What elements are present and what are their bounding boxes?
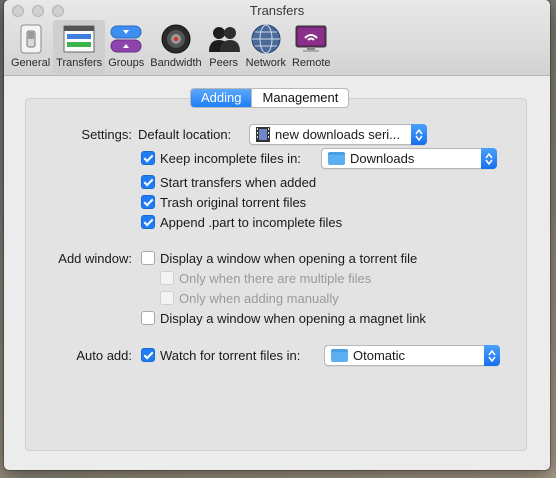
film-icon: [256, 127, 270, 142]
only-manual-checkbox: [160, 291, 174, 305]
display-magnet-row[interactable]: Display a window when opening a magnet l…: [141, 308, 426, 328]
display-magnet-checkbox[interactable]: [141, 311, 155, 325]
start-transfers-row[interactable]: Start transfers when added: [141, 172, 316, 192]
append-part-checkbox[interactable]: [141, 215, 155, 229]
default-location-row: Default location:: [138, 124, 231, 144]
add-window-section-label: Add window:: [58, 251, 132, 266]
toolbar-transfers-label: Transfers: [56, 57, 103, 69]
append-part-label: Append .part to incomplete files: [160, 214, 343, 230]
tab-adding[interactable]: Adding: [191, 89, 252, 107]
toolbar-general[interactable]: General: [8, 20, 53, 74]
toolbar-peers[interactable]: Peers: [205, 20, 243, 74]
monitor-icon: [295, 23, 327, 55]
transfers-icon: [63, 23, 95, 55]
append-part-row[interactable]: Append .part to incomplete files: [141, 212, 342, 232]
watch-folder-popup[interactable]: Otomatic: [324, 345, 500, 366]
folder-icon: [328, 152, 345, 165]
folder-icon: [331, 349, 348, 362]
toolbar-groups-label: Groups: [108, 57, 145, 69]
start-transfers-label: Start transfers when added: [160, 174, 317, 190]
watch-folder-checkbox[interactable]: [141, 348, 155, 362]
keep-incomplete-checkbox[interactable]: [141, 151, 155, 165]
toolbar-peers-label: Peers: [209, 57, 239, 69]
speaker-icon: [160, 23, 192, 55]
default-location-label: Default location:: [138, 126, 232, 142]
keep-incomplete-row[interactable]: Keep incomplete files in:: [141, 148, 301, 168]
only-manual-label: Only when adding manually: [179, 290, 339, 306]
toolbar-transfers[interactable]: Transfers: [53, 20, 106, 74]
chevron-updown-icon: [481, 148, 497, 169]
keep-incomplete-label: Keep incomplete files in:: [160, 150, 301, 166]
display-magnet-label: Display a window when opening a magnet l…: [160, 310, 426, 326]
only-multiple-label: Only when there are multiple files: [179, 270, 372, 286]
preferences-window: Transfers General Transfers Groups Bandw…: [4, 0, 550, 470]
only-multiple-row: Only when there are multiple files: [160, 268, 371, 288]
default-location-value: new downloads seri...: [275, 127, 401, 142]
only-multiple-checkbox: [160, 271, 174, 285]
preferences-toolbar: General Transfers Groups Bandwidth Peers…: [8, 20, 334, 74]
window-title: Transfers: [249, 3, 305, 18]
display-torrent-checkbox[interactable]: [141, 251, 155, 265]
toolbar-general-label: General: [11, 57, 51, 69]
toolbar-network[interactable]: Network: [243, 20, 289, 74]
toolbar-groups[interactable]: Groups: [105, 20, 147, 74]
trash-original-checkbox[interactable]: [141, 195, 155, 209]
switch-icon: [15, 23, 47, 55]
trash-original-label: Trash original torrent files: [160, 194, 307, 210]
toolbar-bandwidth-label: Bandwidth: [150, 57, 202, 69]
watch-folder-label: Watch for torrent files in:: [160, 347, 301, 363]
watch-folder-value: Otomatic: [353, 348, 406, 363]
peers-icon: [208, 23, 240, 55]
display-torrent-row[interactable]: Display a window when opening a torrent …: [141, 248, 417, 268]
only-manual-row: Only when adding manually: [160, 288, 339, 308]
chevron-updown-icon: [484, 345, 500, 366]
toolbar-bandwidth[interactable]: Bandwidth: [147, 20, 204, 74]
toolbar-network-label: Network: [245, 57, 286, 69]
trash-original-row[interactable]: Trash original torrent files: [141, 192, 306, 212]
watch-folder-row[interactable]: Watch for torrent files in:: [141, 345, 300, 365]
groups-icon: [110, 23, 142, 55]
incomplete-folder-popup[interactable]: Downloads: [321, 148, 497, 169]
globe-icon: [250, 23, 282, 55]
title-bar: Transfers General Transfers Groups Bandw…: [4, 0, 550, 76]
start-transfers-checkbox[interactable]: [141, 175, 155, 189]
display-torrent-label: Display a window when opening a torrent …: [160, 250, 418, 266]
chevron-updown-icon: [411, 124, 427, 145]
tab-management[interactable]: Management: [251, 89, 348, 107]
toolbar-remote-label: Remote: [291, 57, 331, 69]
settings-section-label: Settings:: [81, 127, 132, 142]
tab-control: Adding Management: [190, 88, 350, 108]
default-location-popup[interactable]: new downloads seri...: [249, 124, 427, 145]
incomplete-folder-value: Downloads: [350, 151, 415, 166]
auto-add-section-label: Auto add:: [76, 348, 132, 363]
toolbar-remote[interactable]: Remote: [289, 20, 334, 74]
